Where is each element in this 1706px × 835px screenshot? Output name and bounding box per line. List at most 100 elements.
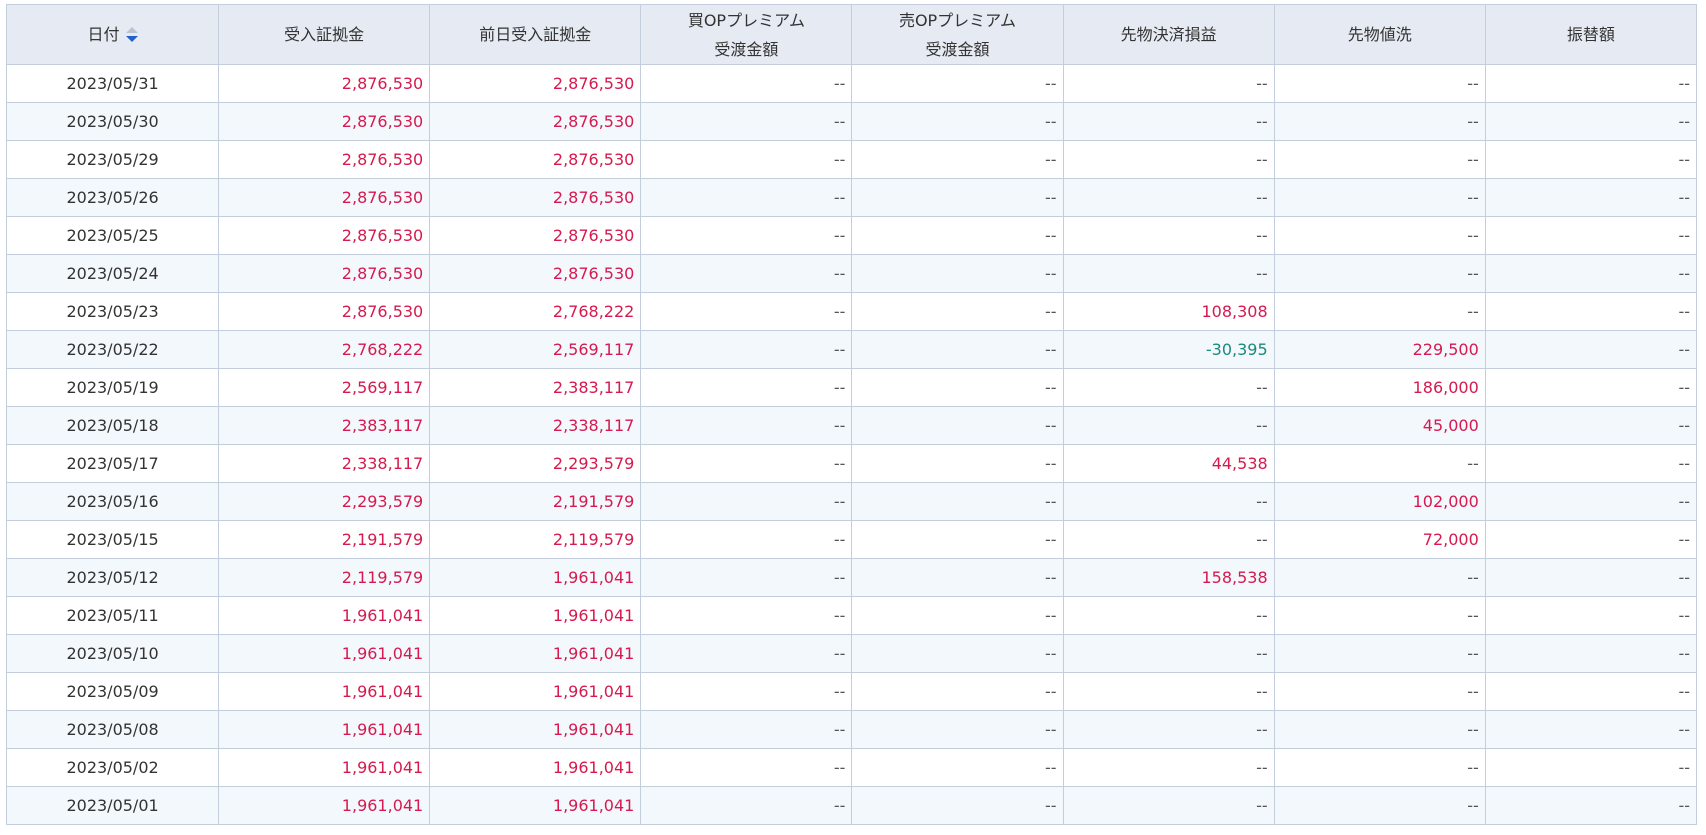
date-cell: 2023/05/12 (5, 558, 220, 597)
prev-margin-cell: 2,338,117 (429, 406, 642, 445)
header-label: 買OPプレミアム (687, 10, 805, 30)
sell-op-premium-cell: -- (851, 368, 1064, 407)
header-label: 振替額 (1566, 25, 1615, 44)
futures-mark-to-market-cell: -- (1273, 178, 1486, 217)
prev-margin-cell: 1,961,041 (429, 634, 642, 673)
margin-cell: 2,876,530 (218, 292, 431, 331)
sell-op-premium-cell: -- (851, 482, 1064, 521)
date-cell: 2023/05/01 (5, 786, 220, 825)
table-row: 2023/05/15 2,191,579 2,119,579 -- -- -- 72,000… (5, 520, 1698, 559)
transfer-amount-cell: -- (1484, 634, 1698, 673)
prev-margin-cell: 2,876,530 (429, 102, 642, 141)
sell-op-premium-cell: -- (851, 748, 1064, 787)
transfer-amount-cell: -- (1484, 330, 1698, 369)
transfer-amount-cell: -- (1484, 558, 1698, 597)
buy-op-premium-cell: -- (640, 596, 853, 635)
futures-mark-to-market-cell: -- (1273, 102, 1486, 141)
prev-margin-cell: 2,119,579 (429, 520, 642, 559)
buy-op-premium-cell: -- (640, 634, 853, 673)
margin-cell: 1,961,041 (218, 672, 431, 711)
buy-op-premium-cell: -- (640, 140, 853, 179)
prev-margin-cell: 1,961,041 (429, 558, 642, 597)
futures-settlement-pl-cell: -- (1062, 368, 1275, 407)
futures-settlement-pl-cell: 158,538 (1062, 558, 1275, 597)
prev-margin-cell: 1,961,041 (429, 710, 642, 749)
futures-settlement-pl-cell: 44,538 (1062, 444, 1275, 483)
date-cell: 2023/05/24 (5, 254, 220, 293)
buy-op-premium-cell: -- (640, 178, 853, 217)
margin-cell: 1,961,041 (218, 634, 431, 673)
buy-op-premium-cell: -- (640, 368, 853, 407)
table-row: 2023/05/18 2,383,117 2,338,117 -- -- -- 45,000… (5, 406, 1698, 445)
margin-cell: 2,876,530 (218, 178, 431, 217)
table-row: 2023/05/26 2,876,530 2,876,530 -- -- -- -- -- (5, 178, 1698, 217)
prev-margin-cell: 1,961,041 (429, 672, 642, 711)
futures-mark-to-market-cell: 45,000 (1273, 406, 1486, 445)
sort-desc-icon[interactable] (125, 26, 138, 43)
futures-mark-to-market-cell: -- (1273, 292, 1486, 331)
date-cell: 2023/05/16 (5, 482, 220, 521)
buy-op-premium-cell: -- (640, 786, 853, 825)
date-cell: 2023/05/08 (5, 710, 220, 749)
header-buy-op-premium: 買OPプレミアム 受渡金額 (640, 4, 853, 65)
header-label: 前日受入証拠金 (479, 25, 592, 44)
futures-mark-to-market-cell: -- (1273, 216, 1486, 255)
header-date[interactable]: 日付 (5, 4, 220, 65)
sell-op-premium-cell: -- (851, 102, 1064, 141)
sell-op-premium-cell: -- (851, 406, 1064, 445)
futures-settlement-pl-cell: -- (1062, 748, 1275, 787)
sell-op-premium-cell: -- (851, 596, 1064, 635)
prev-margin-cell: 1,961,041 (429, 786, 642, 825)
buy-op-premium-cell: -- (640, 406, 853, 445)
buy-op-premium-cell: -- (640, 64, 853, 103)
header-label-sub: 受渡金額 (714, 39, 779, 59)
sell-op-premium-cell: -- (851, 64, 1064, 103)
prev-margin-cell: 2,876,530 (429, 216, 642, 255)
buy-op-premium-cell: -- (640, 292, 853, 331)
futures-settlement-pl-cell: -- (1062, 634, 1275, 673)
sell-op-premium-cell: -- (851, 520, 1064, 559)
futures-mark-to-market-cell: -- (1273, 558, 1486, 597)
table-row: 2023/05/25 2,876,530 2,876,530 -- -- -- -- -- (5, 216, 1698, 255)
sell-op-premium-cell: -- (851, 254, 1064, 293)
margin-cell: 2,119,579 (218, 558, 431, 597)
sell-op-premium-cell: -- (851, 444, 1064, 483)
table-row: 2023/05/01 1,961,041 1,961,041 -- -- -- -- -- (5, 786, 1698, 825)
date-cell: 2023/05/25 (5, 216, 220, 255)
futures-mark-to-market-cell: -- (1273, 748, 1486, 787)
futures-settlement-pl-cell: -- (1062, 596, 1275, 635)
transfer-amount-cell: -- (1484, 64, 1698, 103)
table-row: 2023/05/02 1,961,041 1,961,041 -- -- -- -- -- (5, 748, 1698, 787)
header-futures-settlement-pl: 先物決済損益 (1062, 4, 1275, 65)
header-label: 先物値洗 (1347, 25, 1412, 44)
header-label-sub: 受渡金額 (925, 39, 990, 59)
buy-op-premium-cell: -- (640, 102, 853, 141)
header-row: 日付 受入証拠金 前日受入証拠金 買OPプレミアム 受渡金額 売OPプレミアム 受渡… (5, 4, 1698, 65)
date-cell: 2023/05/17 (5, 444, 220, 483)
transfer-amount-cell: -- (1484, 254, 1698, 293)
prev-margin-cell: 2,191,579 (429, 482, 642, 521)
sell-op-premium-cell: -- (851, 216, 1064, 255)
table-row: 2023/05/10 1,961,041 1,961,041 -- -- -- -- -- (5, 634, 1698, 673)
table-row: 2023/05/17 2,338,117 2,293,579 -- -- 44,538 --… (5, 444, 1698, 483)
margin-cell: 2,876,530 (218, 254, 431, 293)
table-row: 2023/05/19 2,569,117 2,383,117 -- -- -- 186,00… (5, 368, 1698, 407)
margin-cell: 2,768,222 (218, 330, 431, 369)
table-row: 2023/05/12 2,119,579 1,961,041 -- -- 158,538-… (5, 558, 1698, 597)
date-cell: 2023/05/23 (5, 292, 220, 331)
transfer-amount-cell: -- (1484, 520, 1698, 559)
transfer-amount-cell: -- (1484, 102, 1698, 141)
sell-op-premium-cell: -- (851, 672, 1064, 711)
futures-mark-to-market-cell: -- (1273, 140, 1486, 179)
transfer-amount-cell: -- (1484, 786, 1698, 825)
margin-cell: 1,961,041 (218, 710, 431, 749)
header-margin: 受入証拠金 (218, 4, 431, 65)
buy-op-premium-cell: -- (640, 216, 853, 255)
sell-op-premium-cell: -- (851, 330, 1064, 369)
futures-settlement-pl-cell: -- (1062, 102, 1275, 141)
sell-op-premium-cell: -- (851, 634, 1064, 673)
transfer-amount-cell: -- (1484, 140, 1698, 179)
buy-op-premium-cell: -- (640, 330, 853, 369)
buy-op-premium-cell: -- (640, 558, 853, 597)
futures-mark-to-market-cell: 186,000 (1273, 368, 1486, 407)
